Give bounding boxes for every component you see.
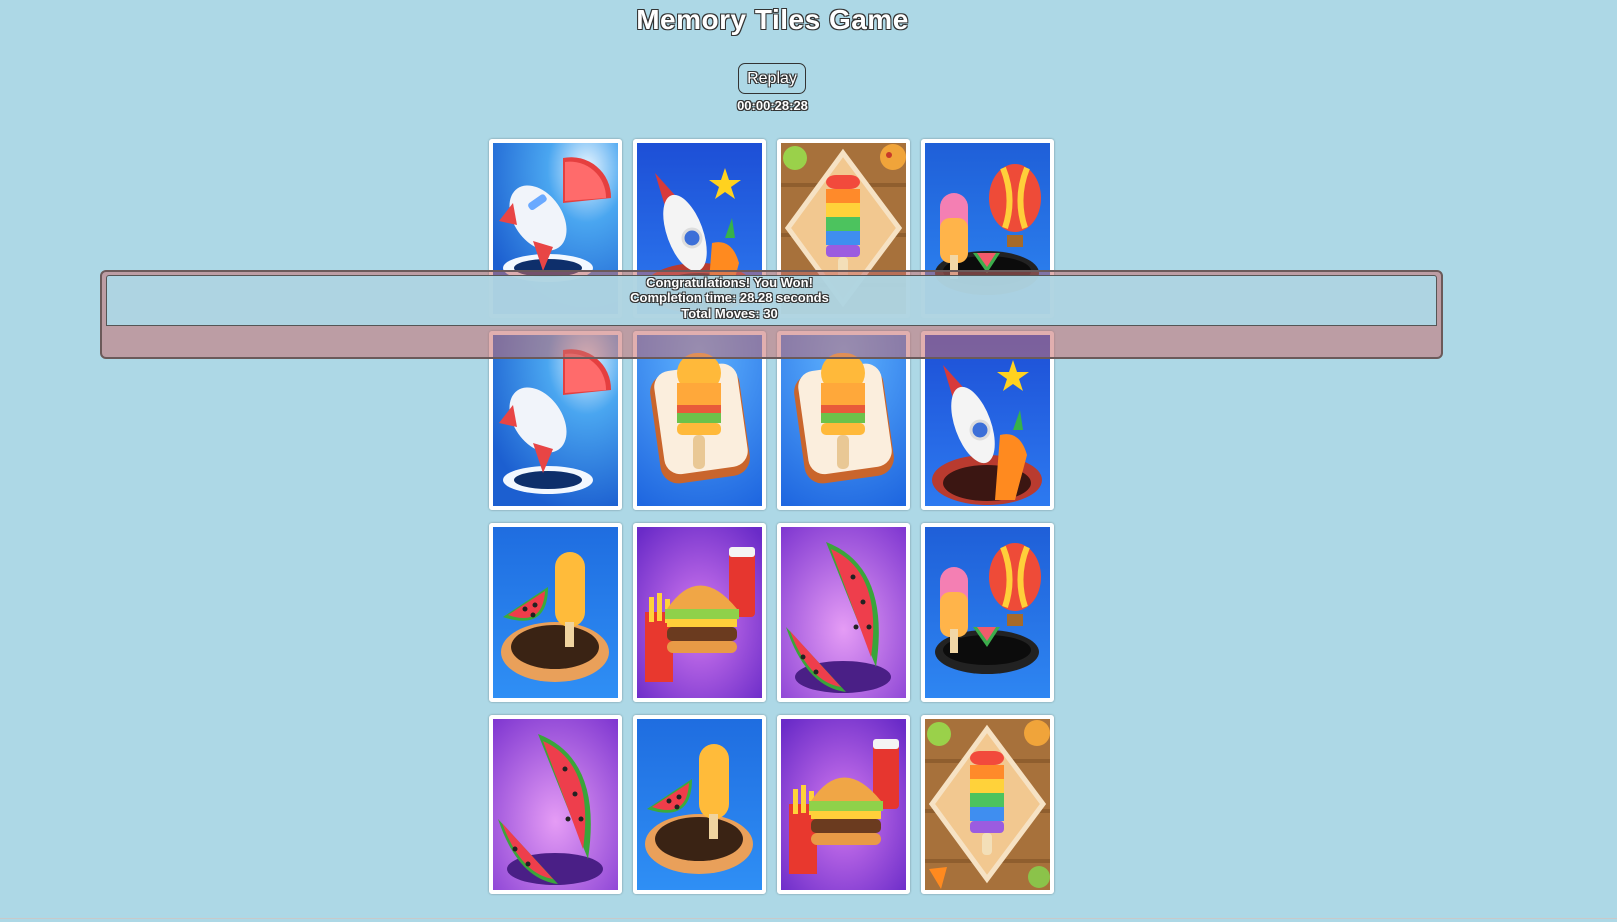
replay-button[interactable]: Replay bbox=[738, 63, 806, 94]
tile[interactable] bbox=[489, 523, 622, 702]
watermelon-slices-icon bbox=[781, 527, 906, 698]
tile[interactable] bbox=[921, 523, 1054, 702]
orange-popsicle-icon bbox=[781, 335, 906, 506]
airplane-watermelon-icon bbox=[493, 335, 618, 506]
rainbow-popsicle-icon bbox=[925, 719, 1050, 890]
watermelon-popsicle-hole-icon bbox=[493, 527, 618, 698]
watermelon-slices-icon bbox=[493, 719, 618, 890]
burger-fries-icon bbox=[637, 527, 762, 698]
total-moves: Total Moves: 30 bbox=[681, 306, 778, 321]
tile-board bbox=[489, 139, 1057, 894]
win-message: Congratulations! You Won! bbox=[646, 275, 813, 290]
balloon-popsicle-icon bbox=[925, 527, 1050, 698]
burger-fries-icon bbox=[781, 719, 906, 890]
game-timer: 00:00:28:28 bbox=[737, 98, 808, 113]
watermelon-popsicle-hole-icon bbox=[637, 719, 762, 890]
tile[interactable] bbox=[633, 523, 766, 702]
completion-time: Completion time: 28.28 seconds bbox=[630, 290, 829, 305]
win-message-overlay: Congratulations! You Won! Completion tim… bbox=[100, 270, 1443, 359]
tile[interactable] bbox=[489, 715, 622, 894]
page-title: Memory Tiles Game bbox=[636, 4, 909, 35]
page-divider bbox=[0, 918, 1617, 919]
orange-popsicle-icon bbox=[637, 335, 762, 506]
rocket-carrot-icon bbox=[925, 335, 1050, 506]
tile[interactable] bbox=[633, 715, 766, 894]
tile[interactable] bbox=[777, 523, 910, 702]
tile[interactable] bbox=[921, 715, 1054, 894]
tile[interactable] bbox=[777, 715, 910, 894]
